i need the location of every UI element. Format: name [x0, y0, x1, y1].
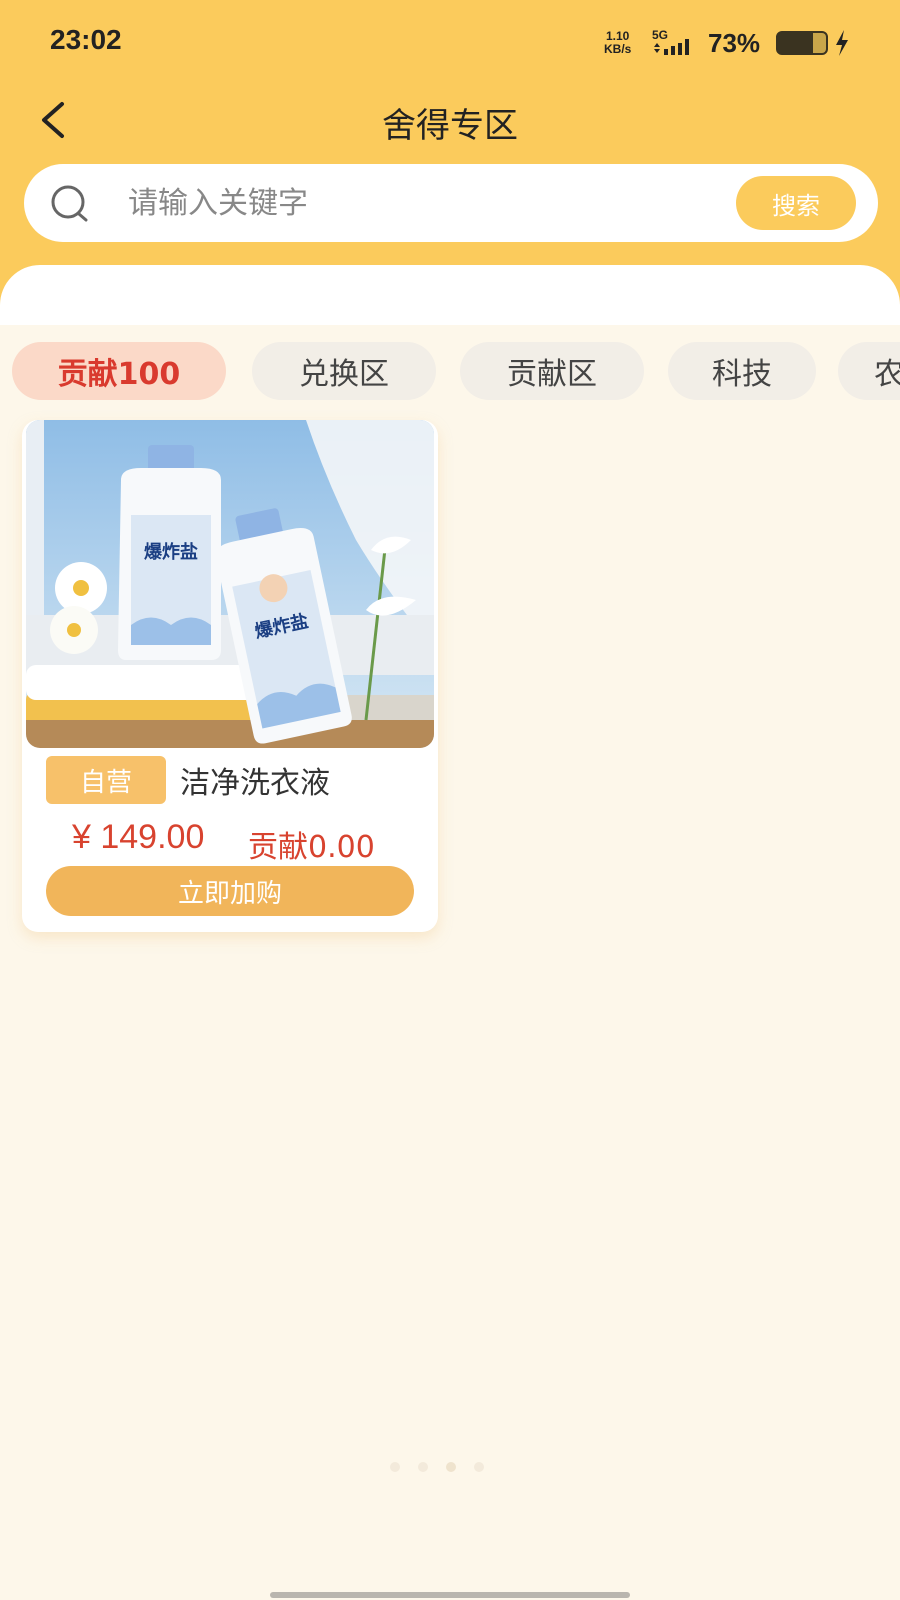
net-speed: 1.10 KB/s	[604, 30, 631, 56]
category-tabs: 贡献100 兑换区 贡献区 科技 农	[0, 342, 900, 402]
search-bar: 搜索	[24, 164, 878, 242]
tab-exchange-zone[interactable]: 兑换区	[252, 342, 436, 400]
self-operated-badge: 自营	[46, 756, 166, 804]
page-title: 舍得专区	[382, 106, 518, 146]
home-indicator[interactable]	[270, 1592, 630, 1598]
product-image: 爆炸盐 爆炸盐	[26, 420, 434, 748]
add-to-cart-button[interactable]: 立即加购	[46, 866, 414, 916]
tab-contribution-zone[interactable]: 贡献区	[460, 342, 644, 400]
product-contribution: 贡献0.00	[248, 830, 375, 865]
product-price: ¥ 149.00	[72, 818, 205, 856]
content-top-curve	[0, 265, 900, 325]
search-icon	[51, 185, 88, 222]
tab-technology[interactable]: 科技	[668, 342, 816, 400]
status-bar: 23:02 1.10 KB/s 5G 73%	[0, 0, 900, 86]
product-name: 洁净洗衣液	[180, 766, 330, 801]
page-indicator	[390, 1458, 510, 1474]
tab-agriculture[interactable]: 农	[838, 342, 900, 400]
charging-bolt-icon	[836, 30, 848, 56]
signal-icon	[654, 39, 689, 55]
battery-percent: 73%	[708, 28, 761, 58]
nav-bar: 舍得专区	[0, 86, 900, 156]
search-input[interactable]	[128, 180, 728, 226]
battery-icon	[776, 31, 828, 55]
tab-contribution-100[interactable]: 贡献100	[12, 342, 226, 400]
bottle-label-text: 爆炸盐	[144, 541, 198, 563]
status-time: 23:02	[50, 24, 122, 55]
product-card[interactable]: 爆炸盐 爆炸盐 自营 洁净洗衣液 ¥ 149.00 贡献0.00 立即加购	[22, 420, 438, 932]
laundry-detergent-photo: 爆炸盐 爆炸盐	[26, 420, 434, 748]
net-speed-unit: KB/s	[604, 42, 632, 56]
search-button[interactable]: 搜索	[736, 176, 856, 230]
